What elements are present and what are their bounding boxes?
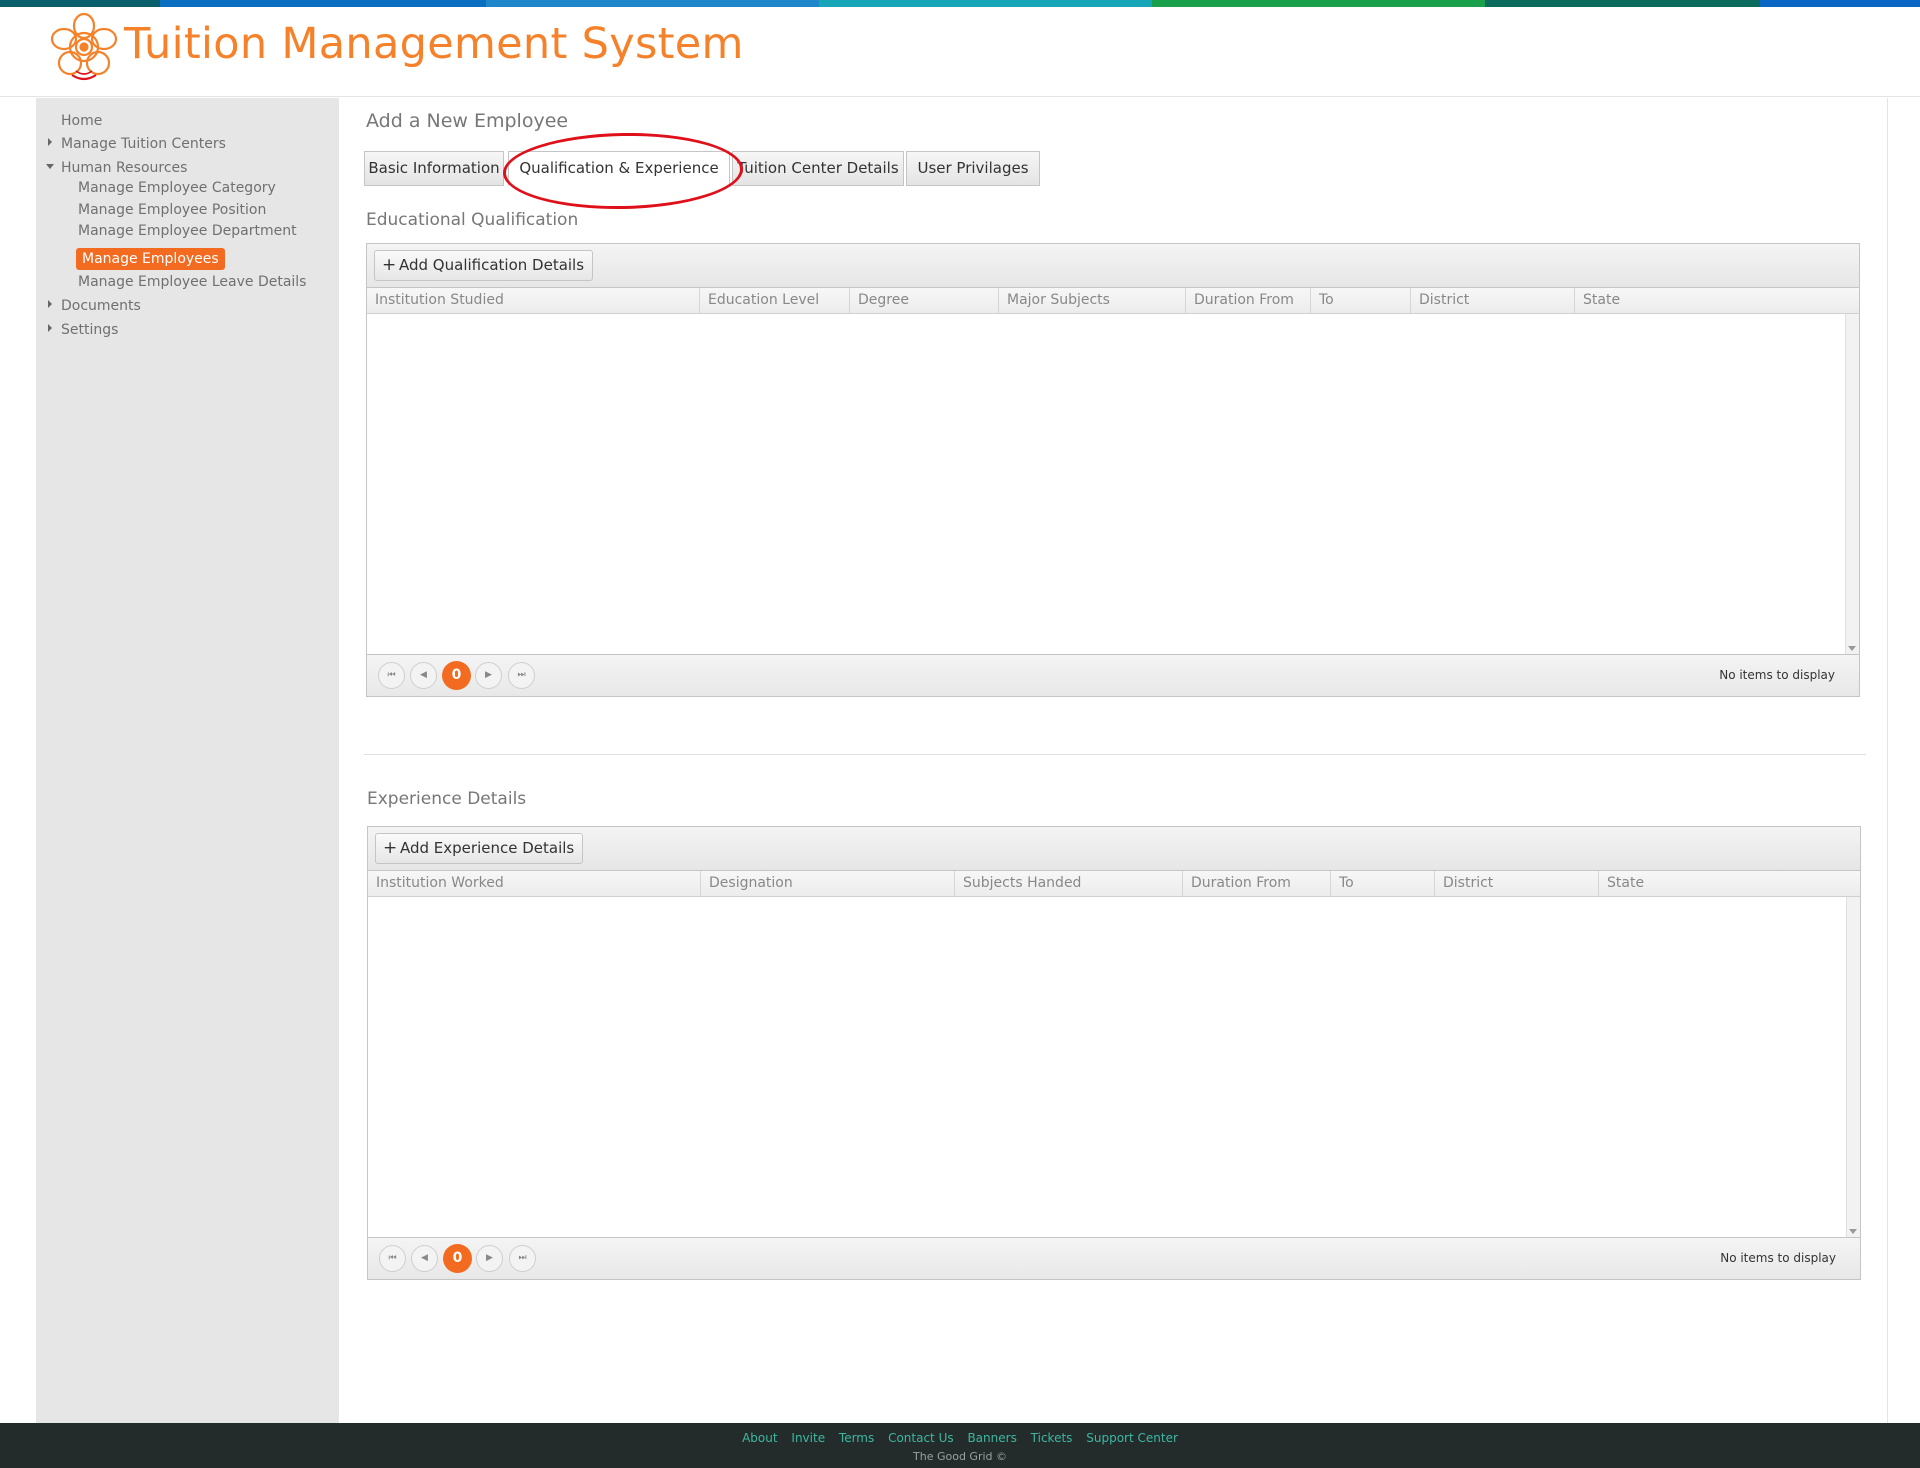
sidebar: Home Manage Tuition Centers Human Resour…: [36, 98, 339, 1423]
strip-segment: [1760, 0, 1920, 7]
experience-scrollbar[interactable]: [1846, 897, 1860, 1237]
footer-link-banners[interactable]: Banners: [967, 1431, 1016, 1445]
footer-link-tickets[interactable]: Tickets: [1031, 1431, 1073, 1445]
tab-qualification-experience[interactable]: Qualification & Experience: [508, 151, 730, 186]
pager-info: No items to display: [1720, 1251, 1836, 1265]
tab-user-privilages[interactable]: User Privilages: [906, 151, 1040, 186]
column-header-to[interactable]: To: [1310, 288, 1410, 313]
scroll-down-icon[interactable]: [1848, 646, 1856, 651]
qualification-grid: + Add Qualification Details Institution …: [366, 243, 1860, 697]
sidebar-item-employee-leave-details[interactable]: Manage Employee Leave Details: [78, 274, 306, 290]
page: Tuition Management System Home Manage Tu…: [0, 0, 1920, 1468]
next-page-icon[interactable]: ▶: [476, 1245, 503, 1272]
sidebar-item-employee-position[interactable]: Manage Employee Position: [78, 202, 266, 218]
sidebar-item-manage-tuition-centers[interactable]: Manage Tuition Centers: [61, 136, 226, 152]
qualification-pager: ⏮ ◀ 0 ▶ ⏭ No items to display: [367, 654, 1859, 696]
footer-copyright: The Good Grid ©: [913, 1450, 1007, 1463]
page-title: Add a New Employee: [366, 110, 569, 132]
content-border: [1887, 98, 1888, 1423]
qualification-grid-header: Institution Studied Education Level Degr…: [367, 288, 1859, 314]
column-header-duration-from[interactable]: Duration From: [1182, 871, 1330, 896]
caret-down-icon[interactable]: [46, 164, 54, 169]
experience-grid-body: [368, 897, 1860, 1237]
experience-grid-header: Institution Worked Designation Subjects …: [368, 871, 1860, 897]
add-qualification-label: Add Qualification Details: [399, 256, 585, 274]
column-header-major-subjects[interactable]: Major Subjects: [998, 288, 1185, 313]
column-header-designation[interactable]: Designation: [700, 871, 954, 896]
add-qualification-button[interactable]: + Add Qualification Details: [374, 250, 594, 281]
caret-right-icon[interactable]: [48, 300, 52, 308]
strip-segment: [1152, 0, 1485, 7]
footer-link-contact-us[interactable]: Contact Us: [888, 1431, 954, 1445]
strip-segment: [486, 0, 819, 7]
add-experience-button[interactable]: + Add Experience Details: [375, 833, 584, 864]
sidebar-item-settings[interactable]: Settings: [61, 322, 118, 338]
scroll-down-icon[interactable]: [1849, 1229, 1857, 1234]
experience-grid-toolbar: + Add Experience Details: [368, 827, 1860, 871]
qualification-section-title: Educational Qualification: [366, 210, 579, 230]
caret-right-icon[interactable]: [48, 138, 52, 146]
sidebar-item-employee-department[interactable]: Manage Employee Department: [78, 223, 297, 239]
add-experience-label: Add Experience Details: [400, 839, 575, 857]
lotus-logo-icon[interactable]: [48, 11, 120, 83]
column-header-state[interactable]: State: [1574, 288, 1844, 313]
app-title: Tuition Management System: [124, 19, 744, 69]
sidebar-item-employee-category[interactable]: Manage Employee Category: [78, 180, 276, 196]
footer-links: About Invite Terms Contact Us Banners Ti…: [0, 1431, 1920, 1445]
strip-segment: [1485, 0, 1760, 7]
last-page-icon[interactable]: ⏭: [509, 1245, 536, 1272]
experience-pager: ⏮ ◀ 0 ▶ ⏭ No items to display: [368, 1237, 1860, 1279]
column-header-education-level[interactable]: Education Level: [699, 288, 849, 313]
prev-page-icon[interactable]: ◀: [411, 1245, 438, 1272]
column-header-institution-worked[interactable]: Institution Worked: [368, 871, 700, 896]
top-color-strip: [0, 0, 1920, 7]
column-header-institution-studied[interactable]: Institution Studied: [367, 288, 699, 313]
section-divider: [364, 754, 1866, 755]
tab-basic-information[interactable]: Basic Information: [364, 151, 504, 186]
header: Tuition Management System: [0, 7, 1920, 97]
first-page-icon[interactable]: ⏮: [378, 662, 405, 689]
last-page-icon[interactable]: ⏭: [508, 662, 535, 689]
first-page-icon[interactable]: ⏮: [379, 1245, 406, 1272]
caret-right-icon[interactable]: [48, 324, 52, 332]
qualification-scrollbar[interactable]: [1845, 314, 1859, 654]
footer-link-invite[interactable]: Invite: [791, 1431, 825, 1445]
sidebar-item-home[interactable]: Home: [61, 113, 102, 129]
sidebar-item-documents[interactable]: Documents: [61, 298, 141, 314]
strip-segment: [819, 0, 1152, 7]
strip-segment: [160, 0, 486, 7]
pager-current-page[interactable]: 0: [442, 661, 471, 690]
footer-link-terms[interactable]: Terms: [839, 1431, 874, 1445]
plus-icon: +: [382, 255, 397, 275]
sidebar-item-human-resources[interactable]: Human Resources: [61, 160, 187, 176]
footer-link-support-center[interactable]: Support Center: [1086, 1431, 1178, 1445]
column-header-duration-from[interactable]: Duration From: [1185, 288, 1310, 313]
footer-link-about[interactable]: About: [742, 1431, 777, 1445]
experience-section-title: Experience Details: [367, 789, 527, 809]
qualification-grid-body: [367, 314, 1859, 654]
column-header-degree[interactable]: Degree: [849, 288, 998, 313]
qualification-grid-toolbar: + Add Qualification Details: [367, 244, 1859, 288]
experience-grid: + Add Experience Details Institution Wor…: [367, 826, 1861, 1280]
prev-page-icon[interactable]: ◀: [410, 662, 437, 689]
pager-info: No items to display: [1719, 668, 1835, 682]
next-page-icon[interactable]: ▶: [475, 662, 502, 689]
plus-icon: +: [383, 838, 398, 858]
sidebar-item-manage-employees[interactable]: Manage Employees: [76, 248, 225, 270]
pager-current-page[interactable]: 0: [443, 1244, 472, 1273]
footer: About Invite Terms Contact Us Banners Ti…: [0, 1423, 1920, 1468]
strip-segment: [0, 0, 160, 7]
column-header-to[interactable]: To: [1330, 871, 1434, 896]
column-header-district[interactable]: District: [1434, 871, 1598, 896]
column-header-district[interactable]: District: [1410, 288, 1574, 313]
column-header-state[interactable]: State: [1598, 871, 1845, 896]
column-header-subjects-handed[interactable]: Subjects Handed: [954, 871, 1182, 896]
tab-tuition-center-details[interactable]: Tuition Center Details: [732, 151, 904, 186]
